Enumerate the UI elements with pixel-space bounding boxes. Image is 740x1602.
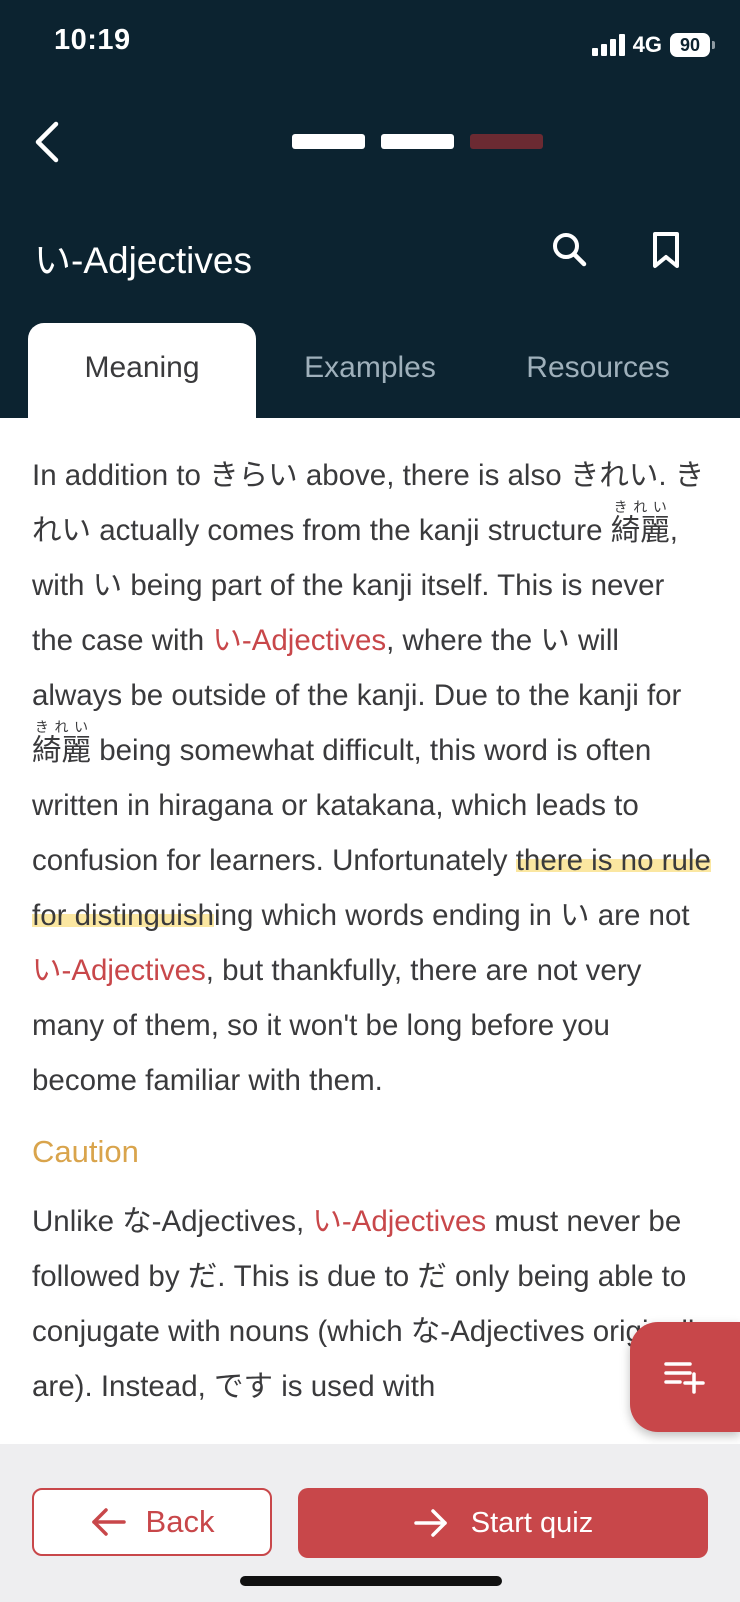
progress-segment [292, 134, 365, 149]
tab-meaning[interactable]: Meaning [28, 323, 256, 418]
kanji-with-furigana: 綺麗きれい [32, 720, 92, 767]
status-time: 10:19 [54, 24, 131, 56]
lesson-content[interactable]: In addition to きらい above, there is also … [0, 418, 740, 1444]
text-segment: ing which words ending in い are not [214, 899, 690, 932]
grammar-link[interactable]: い-Adjectives [312, 1205, 486, 1238]
search-icon[interactable] [546, 226, 594, 274]
battery-icon: 90 [670, 33, 715, 57]
network-type: 4G [632, 32, 662, 57]
progress-segment [470, 134, 543, 149]
tab-examples[interactable]: Examples [256, 323, 484, 418]
arrow-left-icon [91, 1508, 126, 1536]
text-segment: Unlike な-Adjectives, [32, 1205, 313, 1238]
back-chevron-icon[interactable] [30, 118, 66, 166]
furigana: きれい [32, 719, 91, 735]
start-quiz-button[interactable]: Start quiz [298, 1488, 708, 1558]
arrow-right-icon [414, 1509, 447, 1537]
status-indicators: 4G 90 [591, 32, 715, 58]
add-to-list-button[interactable] [630, 1322, 740, 1432]
text-segment: In addition to きらい above, there is also … [32, 459, 705, 547]
playlist-add-icon [664, 1362, 705, 1394]
back-button-label: Back [145, 1504, 215, 1539]
grammar-link[interactable]: い-Adjectives [212, 624, 386, 657]
meaning-paragraph: In addition to きらい above, there is also … [32, 448, 712, 1108]
signal-icon [591, 34, 625, 56]
grammar-link[interactable]: い-Adjectives [32, 954, 206, 987]
back-button[interactable]: Back [32, 1488, 272, 1556]
home-indicator [240, 1576, 502, 1586]
tab-resources[interactable]: Resources [484, 323, 712, 418]
tab-bar: Meaning Examples Resources [0, 323, 740, 418]
kanji-text: 綺麗 [32, 734, 92, 767]
lesson-progress [292, 134, 543, 149]
progress-segment [381, 134, 454, 149]
start-quiz-label: Start quiz [470, 1506, 594, 1539]
app-header: 10:19 4G 90 い-Adjectives Meaning Example… [0, 0, 740, 418]
kanji-text: 綺麗 [610, 514, 670, 547]
furigana: きれい [610, 499, 670, 515]
caution-heading: Caution [32, 1134, 139, 1169]
kanji-with-furigana: 綺麗きれい [610, 500, 670, 547]
page-title: い-Adjectives [34, 240, 252, 281]
bookmark-icon[interactable] [642, 226, 690, 274]
caution-paragraph: Unlike な-Adjectives, い-Adjectives must n… [32, 1194, 712, 1414]
